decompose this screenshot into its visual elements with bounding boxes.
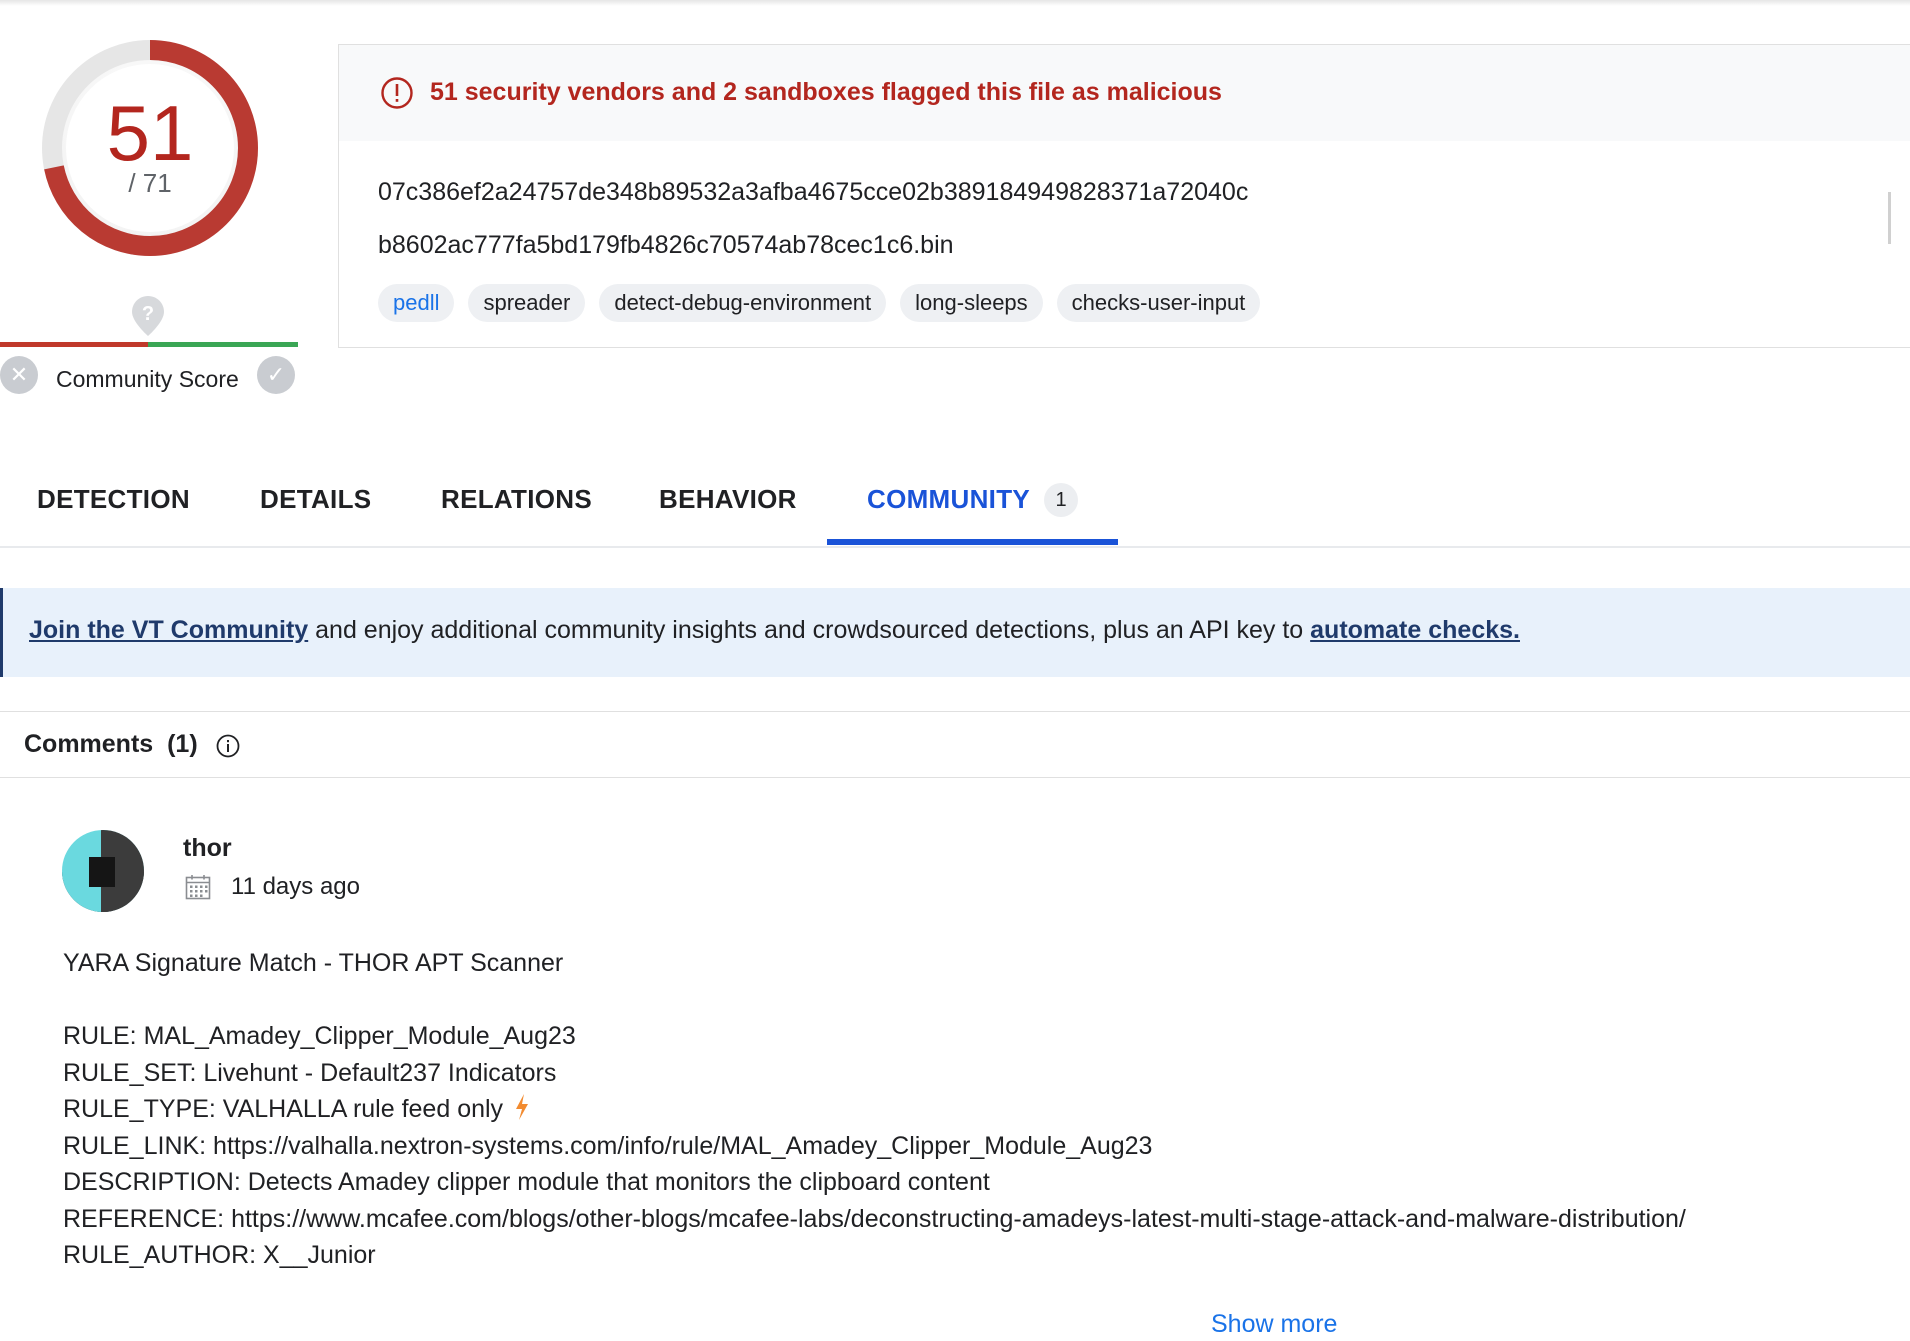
tag-chip[interactable]: pedll — [378, 284, 455, 322]
tab-community[interactable]: COMMUNITY — [867, 484, 1030, 515]
comment-line: RULE_SET: Livehunt - Default237 Indicato… — [63, 1058, 557, 1087]
check-icon: ✓ — [266, 362, 286, 387]
lightning-icon — [516, 1094, 529, 1120]
comment-date: 11 days ago — [231, 873, 360, 900]
x-icon: ✕ — [9, 362, 29, 387]
detection-count: 51 — [106, 89, 194, 177]
banner-text: Join the VT Community and enjoy addition… — [29, 616, 1520, 645]
tag-chip[interactable]: detect-debug-environment — [599, 284, 887, 322]
comment-author[interactable]: thor — [183, 834, 232, 863]
file-name: b8602ac777fa5bd179fb4826c70574ab78cec1c6… — [378, 231, 954, 259]
comment-line: RULE: MAL_Amadey_Clipper_Module_Aug23 — [63, 1022, 576, 1050]
svg-text:?: ? — [142, 303, 154, 325]
comment-line: YARA Signature Match - THOR APT Scanner — [63, 949, 564, 977]
tab-detection[interactable]: DETECTION — [37, 484, 190, 515]
question-icon: ? — [132, 296, 164, 336]
comment-line-text: RULE_TYPE: VALHALLA rule feed only — [63, 1095, 504, 1123]
tab-details[interactable]: DETAILS — [260, 484, 371, 515]
info-icon[interactable] — [215, 733, 241, 759]
tag-chip[interactable]: spreader — [468, 284, 586, 322]
community-score-bar-positive — [148, 342, 298, 347]
malicious-alert-text: 51 security vendors and 2 sandboxes flag… — [430, 78, 1222, 106]
alert-circle-icon — [381, 77, 413, 109]
comment-line: RULE_AUTHOR: X__Junior — [63, 1241, 376, 1269]
tab-behavior[interactable]: BEHAVIOR — [659, 484, 797, 515]
comment-line: DESCRIPTION: Detects Amadey clipper modu… — [63, 1168, 990, 1196]
join-community-link[interactable]: Join the VT Community — [29, 616, 308, 644]
scroll-indicator — [1888, 192, 1891, 244]
tag-chip[interactable]: long-sleeps — [900, 284, 1043, 322]
active-tab-indicator — [827, 539, 1118, 545]
calendar-icon — [185, 875, 211, 900]
detection-total: / 71 — [128, 168, 172, 198]
comment-line: REFERENCE: https://www.mcafee.com/blogs/… — [63, 1204, 1686, 1233]
show-more-link[interactable]: Show more — [1211, 1310, 1337, 1339]
user-avatar[interactable] — [62, 830, 144, 912]
top-shadow — [0, 0, 1910, 6]
file-hash[interactable]: 07c386ef2a24757de348b89532a3afba4675cce0… — [378, 178, 1248, 207]
comments-header: Comments (1) — [24, 730, 198, 759]
tab-relations[interactable]: RELATIONS — [441, 484, 592, 515]
tag-chip[interactable]: checks-user-input — [1056, 284, 1261, 322]
vote-malicious-button[interactable]: ✕ — [0, 356, 38, 394]
community-score-bar-negative — [0, 342, 148, 347]
comments-count: (1) — [167, 730, 198, 758]
divider — [0, 711, 1910, 712]
vote-harmless-button[interactable]: ✓ — [257, 356, 295, 394]
comment-line-rule-type: RULE_TYPE: VALHALLA rule feed only — [63, 1091, 1686, 1128]
community-count-badge: 1 — [1044, 483, 1078, 517]
comment-line — [63, 982, 1686, 1019]
tag-list: pedll spreader detect-debug-environment … — [378, 284, 1261, 322]
divider — [0, 777, 1910, 778]
banner-middle-text: and enjoy additional community insights … — [308, 616, 1311, 644]
comment-body: YARA Signature Match - THOR APT Scanner … — [63, 945, 1686, 1274]
comments-title: Comments — [24, 730, 154, 758]
comment-line: RULE_LINK: https://valhalla.nextron-syst… — [63, 1131, 1153, 1160]
community-score-label: Community Score — [56, 366, 239, 392]
automate-checks-link[interactable]: automate checks. — [1310, 616, 1520, 644]
